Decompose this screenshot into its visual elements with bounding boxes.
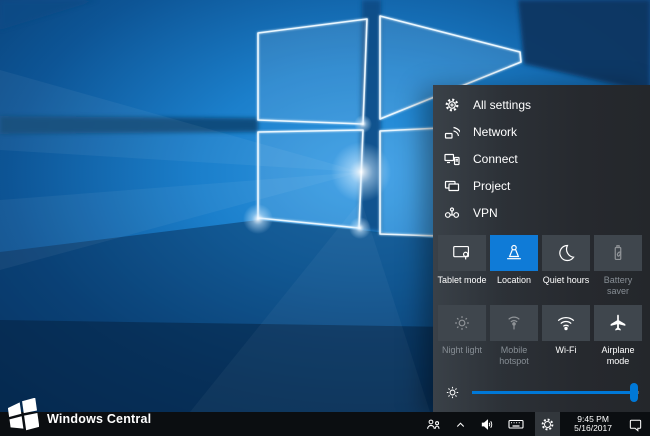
- quick-tiles-row-1: Tablet mode Location Qui: [438, 235, 637, 296]
- quick-link-project[interactable]: Project: [433, 172, 650, 199]
- chevron-up-icon[interactable]: [452, 412, 469, 436]
- clock-date: 5/16/2017: [574, 424, 612, 434]
- quick-link-connect[interactable]: Connect: [433, 145, 650, 172]
- windows-central-watermark: Windows Central: [8, 398, 151, 432]
- tile-wifi[interactable]: Wi-Fi: [542, 305, 590, 366]
- location-icon: [503, 242, 525, 264]
- taskbar-clock[interactable]: 9:45 PM 5/16/2017: [569, 415, 617, 434]
- wifi-icon: [555, 312, 577, 334]
- quick-link-network[interactable]: Network: [433, 118, 650, 145]
- tile-quiet-hours[interactable]: Quiet hours: [542, 235, 590, 296]
- tile-label: Tablet mode: [436, 275, 488, 286]
- tile-tablet-mode[interactable]: Tablet mode: [438, 235, 486, 296]
- slider-fill: [472, 391, 634, 394]
- quick-link-label: Network: [473, 125, 517, 139]
- tile-button[interactable]: [490, 235, 538, 271]
- tile-label: Mobile hotspot: [488, 345, 540, 366]
- tile-location[interactable]: Location: [490, 235, 538, 296]
- action-center-icon[interactable]: [626, 412, 645, 436]
- tile-label: Night light: [436, 345, 488, 356]
- tile-button[interactable]: [438, 305, 486, 341]
- tile-button[interactable]: [490, 305, 538, 341]
- system-tray: 9:45 PM 5/16/2017: [424, 412, 650, 436]
- quick-link-label: Connect: [473, 152, 518, 166]
- tile-button[interactable]: [438, 235, 486, 271]
- quick-tiles-row-2: Night light Mobile hotspot: [438, 305, 637, 366]
- settings-gear-icon[interactable]: [535, 412, 560, 436]
- quick-link-all-settings[interactable]: All settings: [433, 91, 650, 118]
- tile-label: Location: [488, 275, 540, 286]
- tile-button[interactable]: [594, 305, 642, 341]
- connect-icon: [444, 151, 460, 167]
- project-icon: [444, 178, 460, 194]
- desktop-screen: Windows Central All settings Network: [0, 0, 650, 436]
- brightness-sun-icon: [444, 384, 461, 401]
- quick-links-list: All settings Network Connect: [433, 91, 650, 226]
- tile-mobile-hotspot[interactable]: Mobile hotspot: [490, 305, 538, 366]
- quick-settings-panel: All settings Network Connect: [433, 85, 650, 412]
- brightness-slider[interactable]: [472, 382, 639, 402]
- tile-button[interactable]: [542, 305, 590, 341]
- battery-saver-icon: [607, 242, 629, 264]
- tile-label: Battery saver: [592, 275, 644, 296]
- touch-keyboard-icon[interactable]: [506, 412, 526, 436]
- tile-battery-saver[interactable]: Battery saver: [594, 235, 642, 296]
- brightness-slider-row: [444, 379, 639, 405]
- quick-link-label: Project: [473, 179, 510, 193]
- slider-thumb[interactable]: [630, 383, 638, 402]
- tile-button[interactable]: [542, 235, 590, 271]
- airplane-mode-icon: [607, 312, 629, 334]
- mobile-hotspot-icon: [503, 312, 525, 334]
- tile-label: Quiet hours: [540, 275, 592, 286]
- vpn-icon: [444, 205, 460, 221]
- tablet-mode-icon: [451, 242, 473, 264]
- quiet-hours-icon: [555, 242, 577, 264]
- volume-icon[interactable]: [478, 412, 497, 436]
- tile-label: Wi-Fi: [540, 345, 592, 356]
- tile-button[interactable]: [594, 235, 642, 271]
- tile-label: Airplane mode: [592, 345, 644, 366]
- people-icon[interactable]: [424, 412, 443, 436]
- network-icon: [444, 124, 460, 140]
- night-light-icon: [451, 312, 473, 334]
- windows-central-flag-icon: [8, 398, 39, 432]
- tile-night-light[interactable]: Night light: [438, 305, 486, 366]
- quick-link-vpn[interactable]: VPN: [433, 199, 650, 226]
- quick-link-label: VPN: [473, 206, 498, 220]
- watermark-brand-text: Windows Central: [47, 412, 151, 426]
- tile-airplane-mode[interactable]: Airplane mode: [594, 305, 642, 366]
- quick-link-label: All settings: [473, 98, 531, 112]
- gear-icon: [444, 97, 460, 113]
